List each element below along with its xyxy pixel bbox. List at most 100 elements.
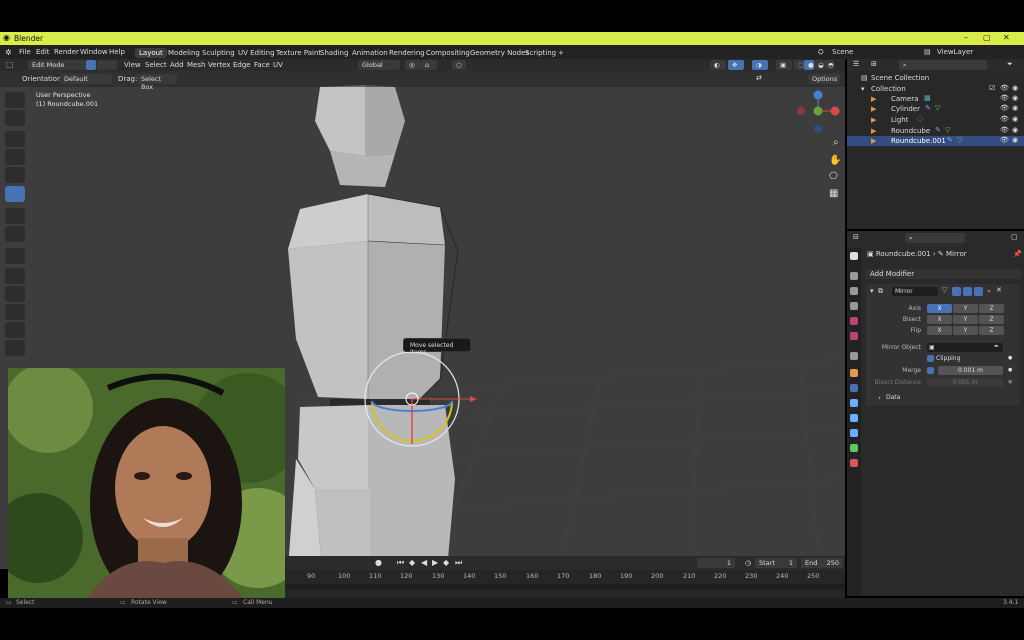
filter-display-icon[interactable]: ⊞ — [871, 60, 877, 68]
collection-tab-icon[interactable] — [850, 352, 858, 360]
outliner-item-camera[interactable]: ▶ Camera ▩ 👁 ◉ — [847, 94, 1024, 104]
view-layer-name[interactable]: ViewLayer — [937, 48, 973, 56]
shading-material-icon[interactable]: ◒ — [814, 60, 824, 70]
outliner-item-roundcube[interactable]: ▶ Roundcube ✎ ▽ 👁 ◉ — [847, 126, 1024, 136]
viewport-menu-select[interactable]: Select — [145, 61, 167, 69]
clipping-keyframe-icon[interactable]: ● — [1008, 355, 1012, 361]
measure-icon[interactable] — [5, 226, 25, 242]
camera-view-icon[interactable]: ⎔ — [829, 171, 838, 182]
pan-icon[interactable]: ✋ — [829, 153, 841, 166]
data-subpanel-label[interactable]: Data — [886, 394, 900, 401]
jump-start-icon[interactable]: ⏮ — [397, 558, 404, 568]
edge-select-icon[interactable] — [97, 60, 107, 70]
properties-type-icon[interactable]: ⊟ — [853, 233, 859, 241]
eye-icon[interactable]: 👁 — [1000, 126, 1009, 134]
eye-icon[interactable]: 👁 — [1000, 115, 1009, 123]
current-frame-field[interactable]: 1 — [697, 558, 735, 568]
mirror-object-field[interactable]: ▣ — [927, 343, 1003, 352]
material-tab-icon[interactable] — [850, 459, 858, 467]
pin-icon[interactable]: 📌 — [1013, 250, 1022, 258]
cursor-icon[interactable] — [5, 110, 25, 126]
editcage-toggle-icon[interactable] — [952, 287, 961, 296]
start-frame-field[interactable]: Start 1 — [755, 558, 797, 568]
eye-icon[interactable]: 👁 — [1000, 136, 1009, 144]
clipping-checkbox[interactable] — [927, 355, 934, 362]
end-frame-field[interactable]: End 250 — [801, 558, 843, 568]
add-modifier-button[interactable]: Add Modifier — [865, 269, 1021, 279]
visibility-icon[interactable]: ◐ — [710, 60, 726, 70]
merge-checkbox[interactable] — [927, 367, 934, 374]
timeline-scrollbar[interactable] — [285, 584, 845, 590]
outliner-scene-collection[interactable]: ▤ Scene Collection — [847, 73, 1024, 83]
camera-render-icon[interactable]: ◉ — [1012, 94, 1018, 102]
tab-shading[interactable]: Shading — [316, 48, 352, 58]
camera-render-icon[interactable]: ◉ — [1012, 104, 1018, 112]
merge-keyframe-icon[interactable]: ● — [1008, 367, 1012, 373]
next-keyframe-icon[interactable]: ◆ — [443, 558, 449, 567]
timeline-editor[interactable]: ● ⏮ ◆ ◀ ▶ ◆ ⏭ 1 ◷ Start 1 End 250 90 100… — [285, 556, 845, 598]
outliner-item-roundcube-001[interactable]: ▶ Roundcube.001 ✎ ▽ 👁 ◉ — [847, 136, 1024, 146]
menu-window[interactable]: Window — [80, 48, 108, 56]
tab-sculpting[interactable]: Sculpting — [198, 48, 239, 58]
camera-render-icon[interactable]: ◉ — [1012, 84, 1018, 92]
annotate-icon[interactable] — [5, 208, 25, 224]
outliner-collection[interactable]: ▾ Collection ☑ 👁 ◉ — [847, 84, 1024, 94]
shading-solid-icon[interactable]: ● — [804, 60, 814, 70]
merge-distance-field[interactable]: 0.001 m — [938, 366, 1003, 375]
checkbox-icon[interactable]: ☑ — [989, 84, 995, 92]
world-tab-icon[interactable] — [850, 332, 858, 340]
viewport-menu-uv[interactable]: UV — [273, 61, 283, 69]
header-arrows-icon[interactable]: ⇄ — [756, 74, 762, 82]
data-subpanel-expand-icon[interactable]: › — [878, 394, 881, 402]
outliner-item-light[interactable]: ▶ Light ◌ 👁 ◉ — [847, 115, 1024, 125]
gizmo-toggle-icon[interactable]: ✥ — [728, 60, 744, 70]
play-reverse-icon[interactable]: ◀ — [421, 558, 427, 567]
collapse-icon[interactable]: ▾ — [870, 287, 874, 295]
bevel-icon[interactable] — [5, 304, 25, 320]
camera-render-icon[interactable]: ◉ — [1012, 136, 1018, 144]
pivot-icon[interactable]: ◎ — [405, 60, 421, 70]
properties-options-icon[interactable]: ▢ — [1011, 233, 1018, 241]
bisect-y-toggle[interactable]: Y — [953, 315, 978, 324]
axis-x-toggle[interactable]: X — [927, 304, 952, 313]
select-box-icon[interactable] — [5, 92, 25, 108]
editmode-toggle-icon[interactable]: ▽ — [942, 286, 947, 294]
add-workspace-button[interactable]: + — [554, 48, 568, 58]
view-layer-tab-icon[interactable] — [850, 302, 858, 310]
eye-icon[interactable]: 👁 — [1000, 94, 1009, 102]
menu-help[interactable]: Help — [109, 48, 125, 56]
outliner[interactable]: ☰ ⊞ ⌕ ⏷ ▤ Scene Collection ▾ Collection … — [847, 59, 1024, 229]
face-select-icon[interactable] — [107, 60, 117, 70]
inset-icon[interactable] — [5, 286, 25, 302]
minimize-icon[interactable]: – — [964, 33, 968, 42]
xray-toggle-icon[interactable]: ▣ — [776, 60, 792, 70]
ortho-toggle-icon[interactable]: ▦ — [829, 188, 838, 199]
properties-search-input[interactable]: ⌕ — [905, 233, 965, 243]
modifier-tab-icon[interactable] — [850, 384, 858, 392]
jump-end-icon[interactable]: ⏭ — [455, 558, 462, 568]
knife-icon[interactable] — [5, 340, 25, 356]
viewport-menu-edge[interactable]: Edge — [233, 61, 251, 69]
zoom-icon[interactable]: ⌕ — [833, 137, 839, 148]
orientation-dropdown[interactable]: Default — [60, 74, 112, 84]
scale-icon[interactable] — [5, 167, 25, 183]
prev-keyframe-icon[interactable]: ◆ — [409, 558, 415, 567]
viewport-menu-add[interactable]: Add — [170, 61, 184, 69]
tab-layout[interactable]: Layout — [135, 48, 167, 58]
modifier-menu-icon[interactable]: ⌄ — [986, 286, 992, 294]
overlay-toggle-icon[interactable]: ◑ — [752, 60, 768, 70]
output-tab-icon[interactable] — [850, 287, 858, 295]
eye-icon[interactable]: 👁 — [1000, 84, 1009, 92]
render-toggle-icon[interactable] — [974, 287, 983, 296]
maximize-icon[interactable]: ▢ — [983, 33, 991, 42]
flip-z-toggle[interactable]: Z — [979, 326, 1004, 335]
rotate-icon[interactable] — [5, 149, 25, 165]
flip-x-toggle[interactable]: X — [927, 326, 952, 335]
expand-icon[interactable]: ▾ — [861, 85, 865, 93]
outliner-search-input[interactable]: ⌕ — [899, 60, 987, 70]
constraints-tab-icon[interactable] — [850, 429, 858, 437]
flip-y-toggle[interactable]: Y — [953, 326, 978, 335]
play-icon[interactable]: ▶ — [432, 558, 438, 567]
viewport-toggle-icon[interactable] — [963, 287, 972, 296]
clock-icon[interactable]: ◷ — [745, 559, 751, 567]
